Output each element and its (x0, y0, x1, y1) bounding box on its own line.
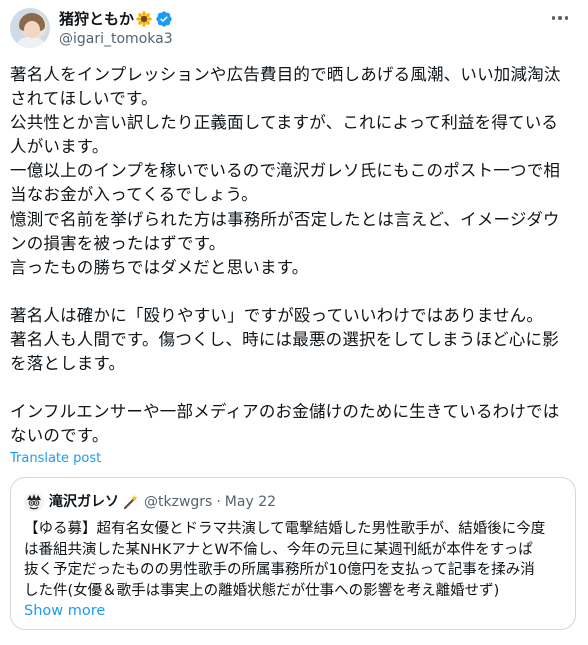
quoted-post-date[interactable]: May 22 (225, 493, 276, 511)
quoted-text-line: 抜く予定だったものの男性歌手の所属事務所が10億円を支払って記事を揉み消 (24, 562, 535, 578)
tweet-text-line: 当なお金が入ってくるでしょう。 (10, 185, 258, 205)
tweet-text-line: されてほしいです。 (10, 89, 158, 109)
quoted-text-line: は番組共演した某NHKアナとW不倫し、今年の元旦に某週刊紙が本件をすっぱ (24, 541, 533, 558)
more-dot (551, 16, 556, 20)
tweet-text-line: 言ったもの勝ちではダメだと思います。 (10, 257, 309, 277)
translate-post-link[interactable]: Translate post (10, 451, 101, 467)
tweet-text-line: 一億以上のインプを稼いでいるので滝沢ガレソ氏にもこのポスト一つで相 (10, 161, 561, 181)
tweet-text-line: インフルエンサーや一部メディアのお金儲けのために生きているわけでは (10, 402, 560, 422)
author-avatar[interactable] (10, 8, 50, 48)
more-dot (558, 16, 562, 20)
quoted-text-line: 【ゆる募】超有名女優とドラマ共演して電撃結婚した男性歌手が、結婚後に今度 (24, 521, 546, 537)
verified-badge-icon[interactable] (155, 10, 173, 28)
tweet-text-line: 公共性とか言い訳したり正義面してますが、これによって利益を得ている (10, 113, 559, 133)
tweet-text-line: 人がいます。 (10, 137, 109, 157)
quoted-user-handle[interactable]: @tkzwgrs (144, 493, 212, 511)
quoted-user-avatar[interactable] (24, 492, 44, 512)
sunflower-icon (136, 11, 152, 27)
more-options-icon[interactable] (548, 8, 572, 28)
author-display-name[interactable]: 猪狩ともか (59, 9, 134, 29)
tweet-text: 著名人をインプレッションや広告費目的で晒しあげる風潮、いい加減淘汰 されてほしいで… (10, 63, 580, 449)
header-separator: · (216, 494, 221, 510)
tweet-text-line: を落とします。 (10, 354, 126, 374)
tweet-text-line: 著名人は確かに「殴りやすい」ですが殴っていいわけではありません。 (10, 305, 544, 325)
quoted-user-name[interactable]: 滝沢ガレソ (49, 493, 119, 511)
tweet-text-line: 憶測で名前を挙げられた方は事務所が否定したとは言えど、イメージダウ (10, 209, 560, 229)
wand-icon (122, 494, 138, 510)
tweet-text-line: ないのです。 (10, 426, 109, 446)
quoted-post-card[interactable]: 滝沢ガレソ @tkzwgrs · May 22 【ゆる募】超有名女優とドラマ共演… (10, 477, 576, 630)
tweet-text-line: 著名人をインプレッションや広告費目的で晒しあげる風潮、いい加減淘汰 (10, 65, 561, 84)
quoted-text-line: した件(女優＆歌手は事実上の離婚状態だが仕事への影響を考え離婚せず) (24, 582, 500, 599)
more-dot (564, 16, 569, 20)
avatar-face (24, 21, 40, 38)
author-name-row[interactable]: 猪狩ともか (59, 9, 173, 29)
show-more-link[interactable]: Show more (24, 601, 105, 621)
avatar-body (16, 37, 46, 48)
quoted-post-header: 滝沢ガレソ @tkzwgrs · May 22 (24, 492, 276, 512)
tweet-text-line: 著名人も人間です。傷つくし、時には最悪の選択をしてしまうほど心に影 (10, 330, 559, 350)
tweet-text-line: ンの損害を被ったはずです。 (10, 233, 226, 253)
quoted-post-text: 【ゆる募】超有名女優とドラマ共演して電撃結婚した男性歌手が、結婚後に今度 は番組共… (24, 519, 569, 601)
author-handle[interactable]: @igari_tomoka3 (59, 30, 173, 48)
